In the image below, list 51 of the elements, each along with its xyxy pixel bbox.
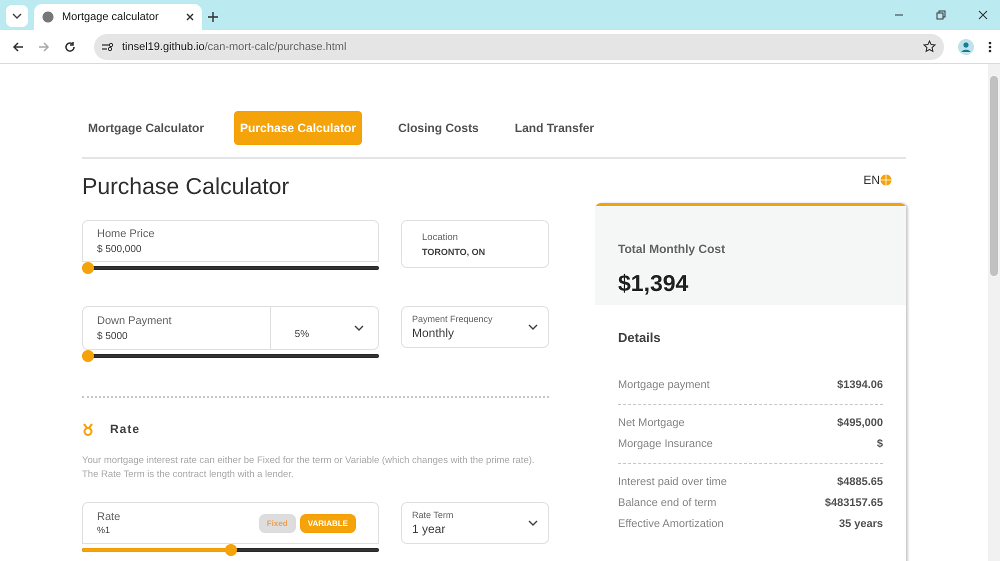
chevron-icon	[12, 13, 22, 19]
payment-frequency-select[interactable]: Payment Frequency Monthly	[401, 306, 549, 348]
slider-thumb[interactable]	[224, 544, 236, 556]
slider-thumb[interactable]	[82, 350, 94, 362]
star-icon[interactable]	[923, 40, 936, 53]
browser-tab[interactable]: Mortgage calculator	[34, 4, 202, 30]
tab-title: Mortgage calculator	[62, 11, 160, 23]
medal-icon	[82, 422, 94, 436]
restore-icon[interactable]	[936, 10, 946, 20]
slider[interactable]	[82, 544, 379, 556]
language-link[interactable]: EN	[863, 173, 880, 187]
location-field[interactable]: Location TORONTO, ON	[401, 220, 549, 268]
details-title: Details	[618, 330, 661, 345]
close-icon[interactable]	[186, 13, 194, 21]
rate-description: Your mortgage interest rate can either be Fixed for the term or Variable (which changes with the prime rate). The Rate Term is the contract length with a lender.	[82, 454, 536, 482]
slider-thumb[interactable]	[82, 262, 94, 274]
slider[interactable]	[82, 262, 379, 274]
summary-title: Total Monthly Cost	[618, 242, 726, 256]
chevron-down-icon	[528, 324, 538, 330]
page-title: Purchase Calculator	[82, 173, 290, 200]
slider[interactable]	[82, 350, 379, 362]
detail-value: $1394.06	[837, 379, 883, 391]
close-icon[interactable]	[978, 10, 988, 20]
new-tab-icon[interactable]	[208, 12, 218, 22]
tab-list-button[interactable]	[6, 5, 28, 27]
detail-value: 35 years	[838, 518, 883, 530]
total-amount: $1,394	[618, 270, 690, 297]
chevron-down-icon	[528, 520, 538, 526]
detail-label: Net Mortgage	[618, 417, 685, 429]
rate-field[interactable]: Rate %1	[97, 511, 255, 535]
menu-icon[interactable]	[988, 40, 992, 52]
address-bar[interactable]: tinsel19.github.io/can-mort-calc/purchase.html	[94, 34, 944, 60]
detail-value: $495,000	[837, 417, 883, 429]
site-settings-icon	[102, 42, 114, 52]
detail-value: $483157.65	[824, 497, 883, 509]
rate-term-select[interactable]: Rate Term 1 year	[401, 502, 549, 544]
detail-label: Morgage Insurance	[618, 438, 713, 450]
detail-value: $4885.65	[837, 476, 883, 488]
detail-label: Balance end of term	[618, 497, 716, 509]
url-text: tinsel19.github.io/can-mort-calc/purchase.html	[122, 40, 346, 52]
nav-tab[interactable]: Closing Costs	[392, 111, 485, 145]
scrollbar-thumb[interactable]	[990, 76, 998, 276]
detail-label: Mortgage payment	[618, 379, 710, 391]
home-price-field[interactable]: Home Price $ 500,000	[82, 220, 379, 262]
section-title: Rate	[110, 422, 140, 436]
nav-tab[interactable]: Mortgage Calculator	[82, 111, 210, 145]
profile-icon[interactable]	[958, 38, 974, 54]
detail-label: Interest paid over time	[618, 476, 727, 488]
detail-value: $	[876, 438, 883, 450]
nav-tab[interactable]: Land Transfer	[508, 111, 600, 145]
detail-label: Effective Amortization	[618, 518, 724, 530]
